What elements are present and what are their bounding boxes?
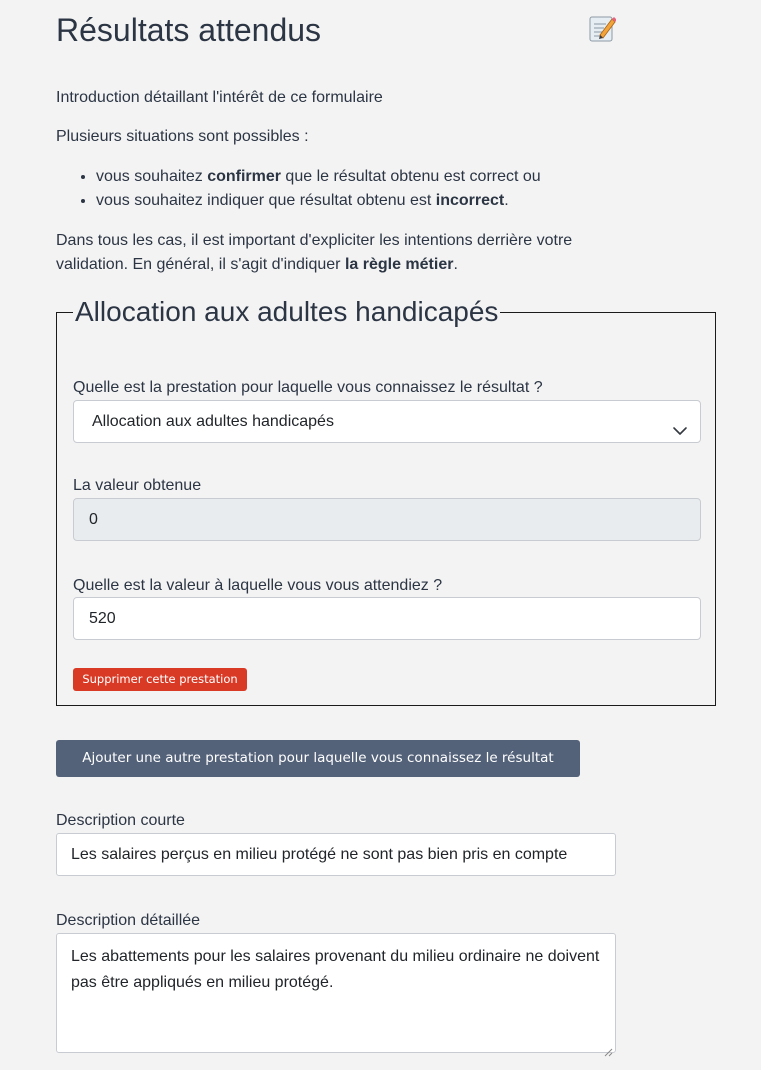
list-item: vous souhaitez indiquer que résultat obt… — [96, 189, 541, 213]
benefit-legend: Allocation aux adultes handicapés — [75, 296, 499, 327]
resize-handle-icon[interactable] — [603, 1040, 613, 1057]
choice-text: vous souhaitez — [96, 168, 208, 185]
list-item: vous souhaitez confirmer que le résultat… — [96, 165, 541, 189]
choice-emphasis: confirmer — [207, 168, 281, 185]
memo-pencil-icon — [588, 14, 617, 44]
long-description-text: Les abattements pour les salaires proven… — [71, 948, 600, 991]
cases-text: Dans tous les cas, il est important d'ex… — [56, 229, 596, 277]
expected-value-input[interactable]: 520 — [73, 597, 701, 640]
page-title: Résultats attendus — [56, 12, 322, 48]
intro-text: Introduction détaillant l'intérêt de ce … — [56, 89, 383, 106]
short-description-input[interactable]: Les salaires perçus en milieu protégé ne… — [56, 833, 616, 876]
situations-list: vous souhaitez confirmer que le résultat… — [56, 165, 541, 213]
short-description-label: Description courte — [56, 812, 185, 829]
cases-text-start: Dans tous les cas, il est important d'ex… — [56, 232, 573, 273]
cases-text-end: . — [453, 256, 458, 273]
choice-emphasis: incorrect — [435, 192, 505, 209]
prestation-label: Quelle est la prestation pour laquelle v… — [73, 379, 543, 396]
page: Résultats attendus Introduction détailla… — [0, 0, 761, 1070]
long-description-label: Description détaillée — [56, 912, 201, 929]
expected-value-label: Quelle est la valeur à laquelle vous vou… — [73, 577, 443, 594]
obtained-value-field: 0 — [73, 498, 701, 541]
prestation-select[interactable]: Allocation aux adultes handicapés — [73, 400, 701, 443]
delete-prestation-button[interactable]: Supprimer cette prestation — [73, 668, 247, 691]
prestation-selected-value: Allocation aux adultes handicapés — [92, 413, 334, 430]
obtained-value-label: La valeur obtenue — [73, 477, 202, 494]
choice-text: . — [504, 192, 509, 209]
choice-text: que le résultat obtenu est correct ou — [280, 168, 541, 185]
add-prestation-button[interactable]: Ajouter une autre prestation pour laquel… — [56, 740, 580, 777]
cases-emphasis: la règle métier — [344, 256, 454, 273]
situations-text: Plusieurs situations sont possibles : — [56, 128, 309, 145]
long-description-textarea[interactable]: Les abattements pour les salaires proven… — [56, 933, 616, 1057]
chevron-down-icon — [672, 414, 688, 435]
choice-text: vous souhaitez indiquer que résultat obt… — [96, 192, 436, 209]
